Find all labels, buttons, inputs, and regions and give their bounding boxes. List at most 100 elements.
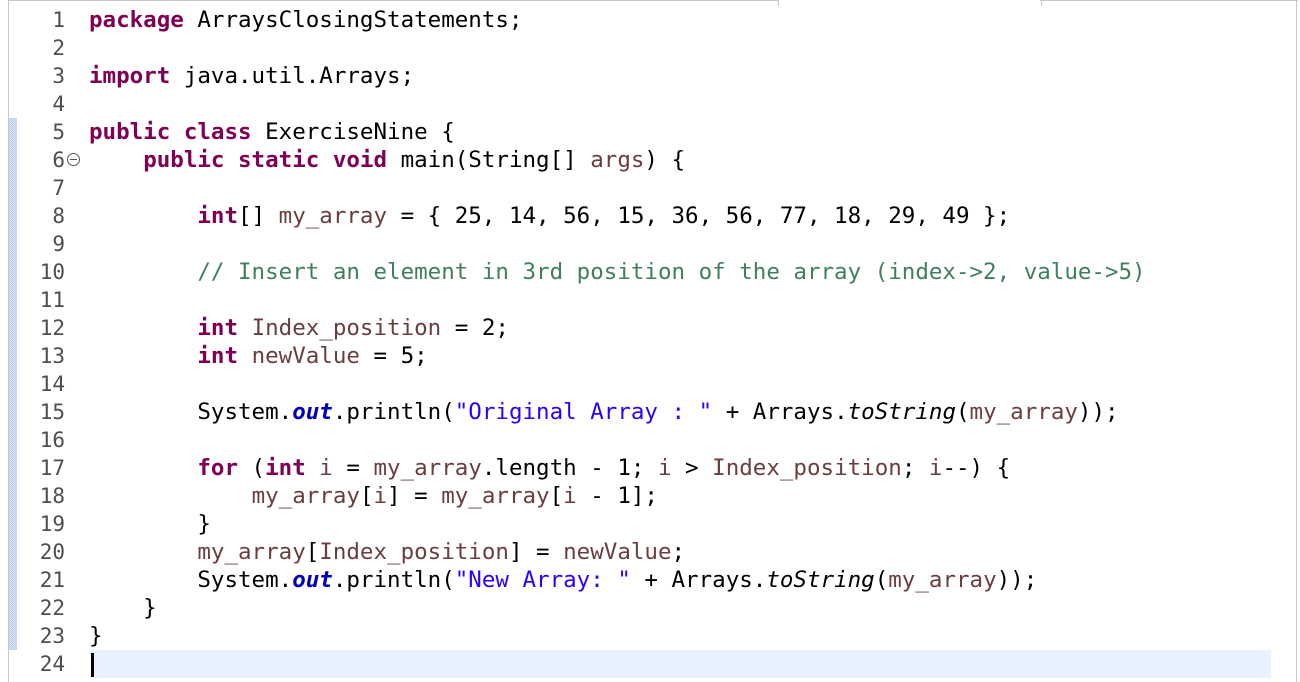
variable: Index_position [319, 539, 509, 565]
variable: Index_position [251, 315, 442, 341]
keyword: package [89, 7, 184, 33]
static-field: out [292, 399, 333, 425]
code-text: = 5; [359, 343, 428, 369]
code-line-8[interactable]: 8 int[] my_array = { 25, 14, 56, 15, 36,… [9, 202, 1296, 230]
keyword: static [238, 147, 320, 173]
code-text: [ [305, 539, 320, 565]
code-text: [ [549, 483, 564, 509]
code-line-21[interactable]: 21 System.out.println("New Array: " + Ar… [9, 566, 1296, 594]
keyword: public [143, 147, 225, 173]
tab-border-right [1040, 0, 1298, 1]
line-number: 20 [39, 540, 65, 564]
line-text[interactable]: public static void main(String[] args) { [89, 146, 685, 174]
code-text: ; [901, 455, 929, 481]
code-text: System. [89, 399, 293, 425]
variable: my_array [251, 483, 360, 509]
keyword: for [197, 455, 239, 481]
code-line-11[interactable]: 11 [9, 286, 1296, 314]
line-text[interactable]: import java.util.Arrays; [89, 62, 414, 90]
line-text[interactable]: } [89, 622, 103, 650]
text-cursor [91, 653, 94, 677]
variable: i [373, 483, 388, 509]
code-line-7[interactable]: 7 [9, 174, 1296, 202]
string-literal: "Original Array : " [454, 399, 713, 425]
line-text[interactable]: int newValue = 5; [89, 342, 428, 370]
code-text: ; [671, 539, 686, 565]
static-method: toString [847, 399, 956, 425]
line-number: 9 [52, 232, 65, 256]
code-line-13[interactable]: 13 int newValue = 5; [9, 342, 1296, 370]
keyword: public [89, 119, 171, 145]
line-text[interactable]: my_array[i] = my_array[i - 1]; [89, 482, 658, 510]
code-text: )); [996, 567, 1038, 593]
line-number: 12 [39, 316, 65, 340]
code-line-4[interactable]: 4 [9, 90, 1296, 118]
editor-frame-right [1296, 0, 1297, 682]
code-editor[interactable]: 1 package ArraysClosingStatements; 2 3 i… [9, 6, 1296, 682]
code-line-5[interactable]: 5 public class ExerciseNine { [9, 118, 1296, 146]
static-field: out [292, 567, 333, 593]
line-number: 5 [52, 120, 65, 144]
code-line-3[interactable]: 3 import java.util.Arrays; [9, 62, 1296, 90]
line-text[interactable]: for (int i = my_array.length - 1; i > In… [89, 454, 1010, 482]
line-number: 2 [52, 36, 65, 60]
keyword: int [265, 455, 306, 481]
code-text: ) { [644, 147, 686, 173]
variable: newValue [563, 539, 672, 565]
variable: my_array [441, 483, 550, 509]
code-text: = [332, 455, 374, 481]
variable: newValue [251, 343, 360, 369]
line-text[interactable]: } [89, 510, 211, 538]
line-text[interactable]: // Insert an element in 3rd position of … [89, 258, 1146, 286]
code-line-22[interactable]: 22 } [9, 594, 1296, 622]
line-number: 11 [39, 288, 65, 312]
keyword: void [332, 147, 388, 173]
code-line-17[interactable]: 17 for (int i = my_array.length - 1; i >… [9, 454, 1296, 482]
code-line-15[interactable]: 15 System.out.println("Original Array : … [9, 398, 1296, 426]
line-text[interactable]: } [89, 594, 157, 622]
code-text: --) { [942, 455, 1011, 481]
code-text: + Arrays. [630, 567, 767, 593]
line-text[interactable]: System.out.println("Original Array : " +… [89, 398, 1118, 426]
code-line-16[interactable]: 16 [9, 426, 1296, 454]
line-text[interactable]: System.out.println("New Array: " + Array… [89, 566, 1037, 594]
line-text[interactable]: int Index_position = 2; [89, 314, 509, 342]
code-text: ] = [387, 483, 442, 509]
variable: args [590, 147, 645, 173]
code-line-6[interactable]: 6 public static void main(String[] args)… [9, 146, 1296, 174]
code-line-18[interactable]: 18 my_array[i] = my_array[i - 1]; [9, 482, 1296, 510]
code-line-1[interactable]: 1 package ArraysClosingStatements; [9, 6, 1296, 34]
code-text: [ [359, 483, 374, 509]
code-text: } [89, 595, 157, 621]
fold-collapse-icon[interactable] [67, 153, 80, 166]
code-line-23[interactable]: 23 } [9, 622, 1296, 650]
code-text: > [671, 455, 713, 481]
code-text: - 1]; [576, 483, 658, 509]
code-line-24[interactable]: 24 [9, 650, 1296, 678]
variable: Index_position [712, 455, 902, 481]
code-line-19[interactable]: 19 } [9, 510, 1296, 538]
line-text[interactable]: int[] my_array = { 25, 14, 56, 15, 36, 5… [89, 202, 1010, 230]
code-text: } [89, 511, 211, 537]
variable: my_array [278, 203, 388, 229]
code-line-12[interactable]: 12 int Index_position = 2; [9, 314, 1296, 342]
code-line-20[interactable]: 20 my_array[Index_position] = newValue; [9, 538, 1296, 566]
keyword: import [89, 63, 171, 89]
line-text[interactable]: package ArraysClosingStatements; [89, 6, 522, 34]
line-number: 19 [39, 512, 65, 536]
code-line-2[interactable]: 2 [9, 34, 1296, 62]
code-line-10[interactable]: 10 // Insert an element in 3rd position … [9, 258, 1296, 286]
variable: my_array [888, 567, 997, 593]
code-line-9[interactable]: 9 [9, 230, 1296, 258]
comment: // Insert an element in 3rd position of … [197, 259, 1146, 285]
line-text[interactable]: my_array[Index_position] = newValue; [89, 538, 685, 566]
variable: my_array [373, 455, 482, 481]
line-text[interactable]: public class ExerciseNine { [89, 118, 455, 146]
code-line-14[interactable]: 14 [9, 370, 1296, 398]
